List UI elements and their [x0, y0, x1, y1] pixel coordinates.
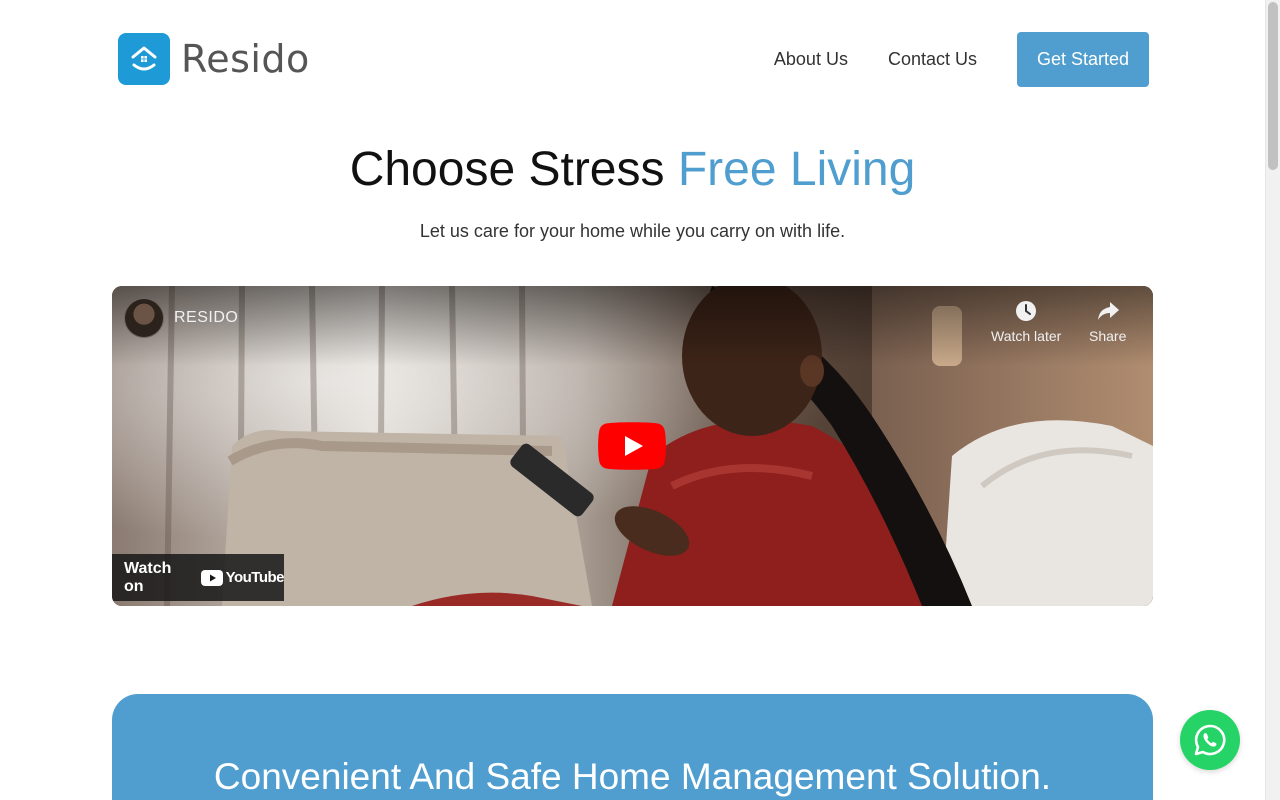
watch-on-youtube-button[interactable]: Watch on YouTube [112, 554, 285, 601]
nav-link-contact-us[interactable]: Contact Us [888, 49, 977, 70]
solution-title: Convenient And Safe Home Management Solu… [213, 756, 1052, 797]
share-button[interactable]: Share [1089, 298, 1126, 344]
site-header: Resido About Us Contact Us Get Started [112, 28, 1153, 90]
nav-link-about-us[interactable]: About Us [774, 49, 848, 70]
main-nav: About Us Contact Us Get Started [774, 31, 1153, 87]
hero-title-accent: Free Living [677, 143, 916, 196]
hero-title-main: Choose Stress [349, 143, 678, 196]
watch-on-label: Watch on [124, 559, 172, 595]
share-arrow-icon [1095, 298, 1121, 324]
watch-later-button[interactable]: Watch later [991, 298, 1061, 344]
youtube-play-icon [200, 569, 223, 586]
solution-section: Convenient And Safe Home Management Solu… [112, 694, 1153, 800]
house-smile-icon [118, 33, 170, 85]
youtube-wordmark: YouTube [225, 569, 285, 586]
get-started-button[interactable]: Get Started [1017, 31, 1149, 87]
scrollbar-thumb[interactable] [1268, 2, 1278, 170]
video-channel[interactable]: RESIDO [124, 298, 238, 338]
whatsapp-button[interactable] [1180, 710, 1240, 770]
whatsapp-icon [1194, 724, 1226, 756]
share-label: Share [1089, 328, 1127, 344]
watch-later-label: Watch later [991, 328, 1062, 344]
brand-logo[interactable]: Resido [118, 33, 310, 85]
video-player[interactable]: RESIDO Watch later Share Watch on YouTub… [112, 286, 1153, 606]
play-button[interactable] [598, 422, 666, 470]
youtube-logo: YouTube [200, 569, 285, 586]
channel-name[interactable]: RESIDO [174, 309, 238, 327]
page-scrollbar[interactable] [1265, 0, 1280, 800]
brand-name: Resido [181, 37, 310, 81]
channel-avatar[interactable] [124, 298, 164, 338]
clock-icon [1013, 298, 1039, 324]
hero-subtitle: Let us care for your home while you carr… [419, 221, 846, 241]
hero-title: Choose Stress Free Living [0, 142, 1265, 197]
play-icon [598, 422, 666, 470]
